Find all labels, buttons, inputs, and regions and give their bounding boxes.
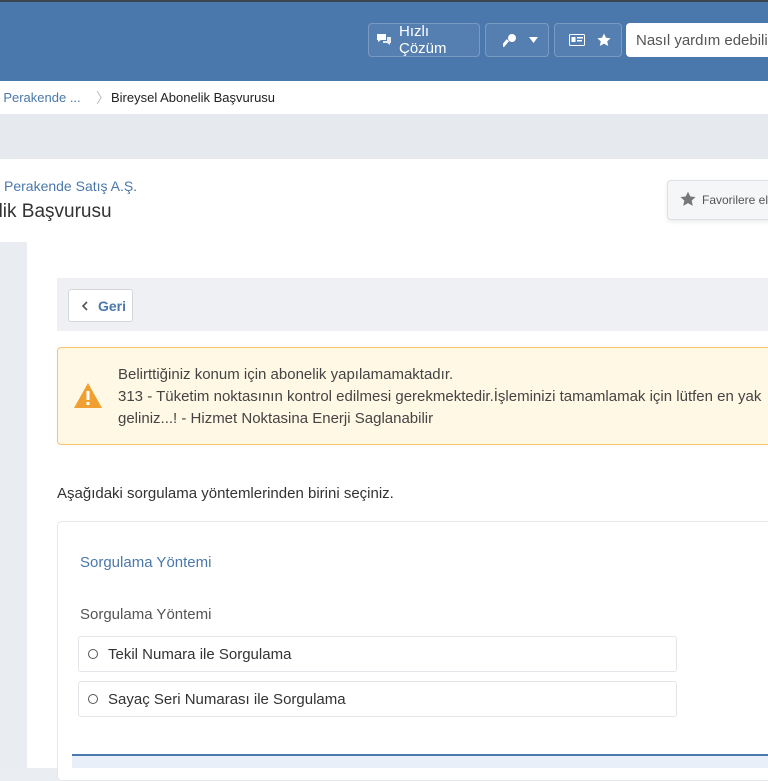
chevron-left-icon [81, 298, 88, 314]
warning-icon [73, 382, 103, 414]
breadcrumb: rik Perakende ... 〉 Bireysel Abonelik Ba… [0, 81, 768, 114]
back-bar [57, 278, 768, 331]
radio-option-meter-serial[interactable]: Sayaç Seri Numarası ile Sorgulama [78, 681, 677, 717]
quick-solution-label: Hızlı Çözüm [399, 23, 447, 57]
top-navigation-bar: Hızlı Çözüm [0, 0, 768, 81]
instruction-text: Aşağıdaki sorgulama yöntemlerinden birin… [57, 485, 394, 502]
breadcrumb-parent-link[interactable]: rik Perakende ... [0, 90, 81, 105]
back-button[interactable]: Geri [68, 289, 133, 322]
alert-line: geliniz...! - Hizmet Noktasina Enerji Sa… [118, 410, 434, 427]
tools-dropdown-button[interactable] [485, 23, 549, 57]
radio-label: Sayaç Seri Numarası ile Sorgulama [108, 690, 346, 708]
page-header: ik Perakende Satış A.Ş. elik Başvurusu F… [0, 159, 768, 242]
radio-option-single-number[interactable]: Tekil Numara ile Sorgulama [78, 636, 677, 672]
breadcrumb-current: Bireysel Abonelik Başvurusu [111, 90, 276, 105]
breadcrumb-separator-icon: 〉 [96, 89, 110, 106]
left-sidebar-strip [0, 242, 27, 768]
chevron-down-icon [529, 37, 538, 43]
search-input[interactable] [626, 23, 768, 57]
quick-solution-button[interactable]: Hızlı Çözüm [368, 23, 480, 57]
alert-line: Belirttiğiniz konum için abonelik yapıla… [118, 366, 454, 383]
chat-bubbles-icon [376, 33, 392, 47]
star-icon [680, 191, 696, 210]
favorites-label: Favorilere el [702, 193, 768, 207]
panel-title: Sorgulama Yöntemi [80, 554, 212, 571]
key-icon [503, 33, 517, 48]
radio-button[interactable] [88, 649, 98, 659]
shortcuts-button[interactable] [554, 23, 622, 57]
page-title: elik Başvurusu [0, 201, 112, 222]
warning-alert: Belirttiğiniz konum için abonelik yapıla… [57, 347, 768, 445]
alert-line: 313 - Tüketim noktasının kontrol edilmes… [118, 388, 762, 405]
radio-label: Tekil Numara ile Sorgulama [108, 645, 292, 663]
star-icon[interactable] [597, 33, 611, 47]
radio-button[interactable] [88, 694, 98, 704]
add-to-favorites-button[interactable]: Favorilere el [667, 180, 768, 220]
company-name: ik Perakende Satış A.Ş. [0, 178, 138, 194]
next-section-header [72, 754, 768, 768]
toolbar-strip [0, 114, 768, 159]
id-card-icon [569, 34, 585, 46]
alert-message: Belirttiğiniz konum için abonelik yapıla… [118, 364, 768, 430]
back-label: Geri [98, 297, 127, 314]
field-label: Sorgulama Yöntemi [80, 606, 212, 623]
